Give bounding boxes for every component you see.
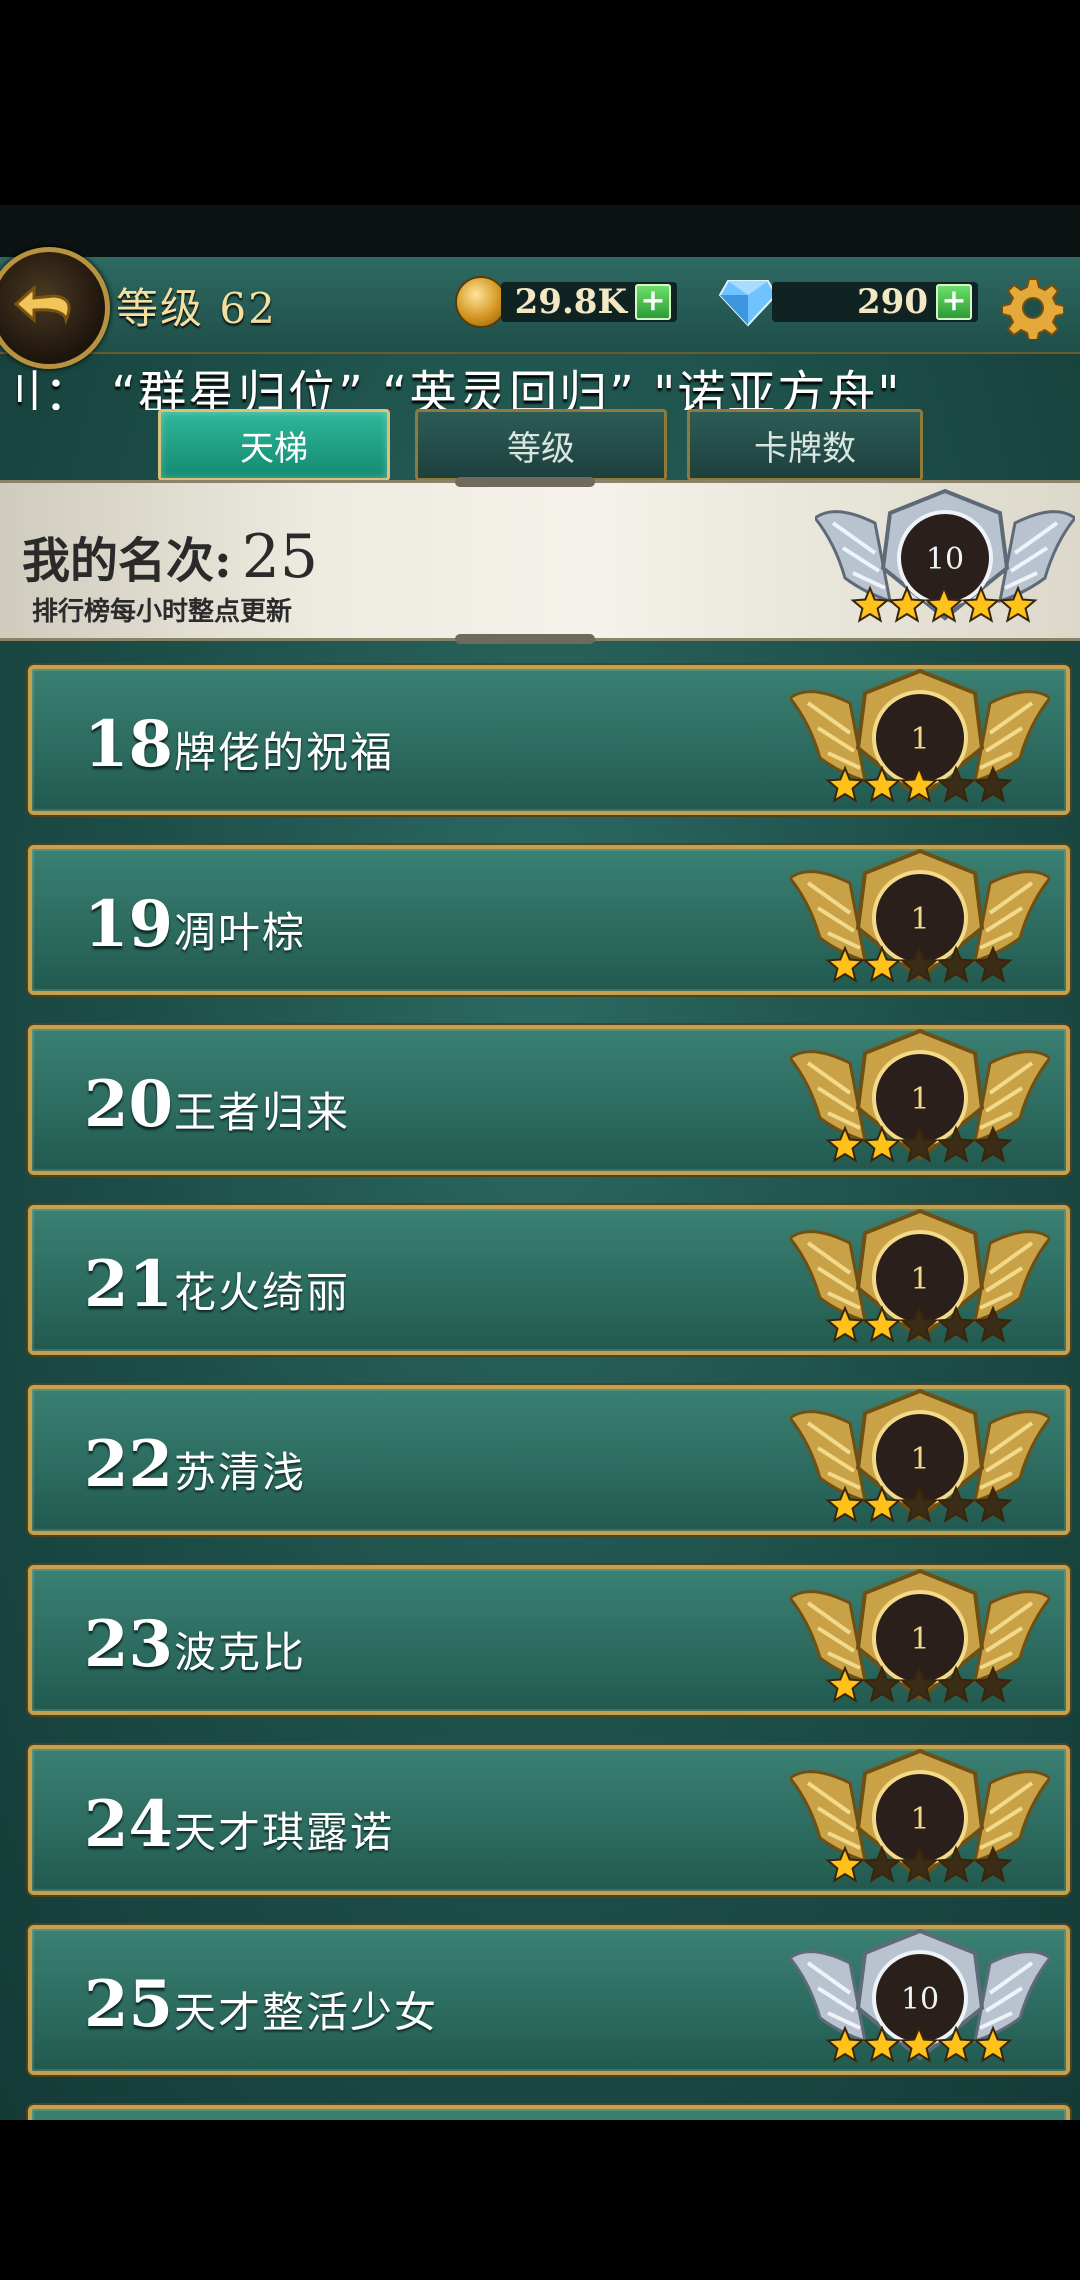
- rank-row[interactable]: 18 牌佬的祝福 1: [28, 665, 1070, 815]
- player-name: 花火绮丽: [174, 1268, 351, 1317]
- rank-badge: 1: [790, 1563, 1050, 1713]
- rank-number: 25: [84, 1967, 174, 2042]
- top-strip: [0, 205, 1080, 257]
- rank-row[interactable]: 20 王者归来 1: [28, 1025, 1070, 1175]
- coin-counter: 29.8K +: [455, 276, 677, 328]
- rank-badge: 1: [790, 1383, 1050, 1533]
- add-coins-button[interactable]: +: [635, 284, 671, 320]
- player-name: 苏清浅: [174, 1448, 307, 1497]
- badge-level: 1: [910, 1082, 929, 1117]
- badge-level: 1: [910, 902, 929, 937]
- badge-level: 1: [910, 1622, 929, 1657]
- rank-row[interactable]: 19 凋叶棕 1: [28, 845, 1070, 995]
- panel-ornament-bottom: [455, 634, 595, 644]
- add-gems-button[interactable]: +: [936, 284, 972, 320]
- player-name: 牌佬的祝福: [174, 728, 395, 777]
- panel-ornament-top: [455, 477, 595, 487]
- player-name: 天才琪露诺: [174, 1808, 395, 1857]
- top-hud: 等级 62 29.8K + 290 +: [0, 247, 1080, 369]
- rank-row[interactable]: 21 花火绮丽 1: [28, 1205, 1070, 1355]
- badge-level: 1: [910, 1262, 929, 1297]
- player-name: 王者归来: [174, 1088, 351, 1137]
- tab-ladder[interactable]: 天梯: [158, 409, 390, 481]
- settings-gear-icon[interactable]: [1002, 277, 1064, 339]
- rank-row-partial[interactable]: [28, 2105, 1070, 2120]
- rank-number: 22: [84, 1427, 174, 1502]
- rank-number: 21: [84, 1247, 174, 1322]
- player-level: 等级 62: [116, 284, 277, 333]
- rank-row[interactable]: 25 天才整活少女 10: [28, 1925, 1070, 2075]
- badge-level: 10: [926, 542, 964, 577]
- rank-badge: 1: [790, 1743, 1050, 1893]
- badge-level: 1: [910, 1442, 929, 1477]
- announcement-marquee: 刂： “群星归位” “英灵回归” "诺亚方舟": [0, 366, 902, 410]
- rank-row[interactable]: 24 天才琪露诺 1: [28, 1745, 1070, 1895]
- my-rank-badge: 10: [815, 483, 1075, 633]
- player-name: 天才整活少女: [174, 1988, 439, 2037]
- my-rank-value: 25: [241, 522, 319, 592]
- coin-icon: [455, 276, 507, 328]
- badge-level: 1: [910, 1802, 929, 1837]
- rank-badge: 1: [790, 1023, 1050, 1173]
- rank-row[interactable]: 22 苏清浅 1: [28, 1385, 1070, 1535]
- rank-number: 19: [84, 887, 174, 962]
- player-name: 波克比: [174, 1628, 307, 1677]
- rank-number: 18: [84, 707, 174, 782]
- rank-number: 24: [84, 1787, 174, 1862]
- back-arrow-icon: [14, 284, 71, 326]
- rank-number: 20: [84, 1067, 174, 1142]
- player-name: 凋叶棕: [174, 908, 307, 957]
- tab-level[interactable]: 等级: [415, 409, 667, 481]
- tab-card-count[interactable]: 卡牌数: [687, 409, 923, 481]
- badge-level: 10: [901, 1982, 939, 2017]
- rank-badge: 1: [790, 663, 1050, 813]
- rank-row[interactable]: 23 波克比 1: [28, 1565, 1070, 1715]
- my-rank-heading: 我的名次: 25: [22, 522, 319, 592]
- rank-badge: 1: [790, 843, 1050, 993]
- rank-badge: 1: [790, 1203, 1050, 1353]
- badge-level: 1: [910, 722, 929, 757]
- ranking-tabs: 天梯 等级 卡牌数: [0, 409, 1080, 487]
- update-note: 排行榜每小时整点更新: [32, 597, 293, 627]
- my-rank-panel: 我的名次: 25 排行榜每小时整点更新 10: [0, 477, 1080, 644]
- rank-number: 23: [84, 1607, 174, 1682]
- diamond-icon: [718, 277, 778, 327]
- game-screen: 等级 62 29.8K + 290 + 刂： “群星归位” “英灵回归” "诺亚…: [0, 205, 1080, 2120]
- gem-amount: 290: [857, 282, 928, 322]
- coin-amount: 29.8K: [514, 282, 627, 322]
- gem-counter: 290 +: [718, 277, 978, 327]
- back-button[interactable]: [0, 247, 110, 369]
- rank-badge: 10: [790, 1923, 1050, 2073]
